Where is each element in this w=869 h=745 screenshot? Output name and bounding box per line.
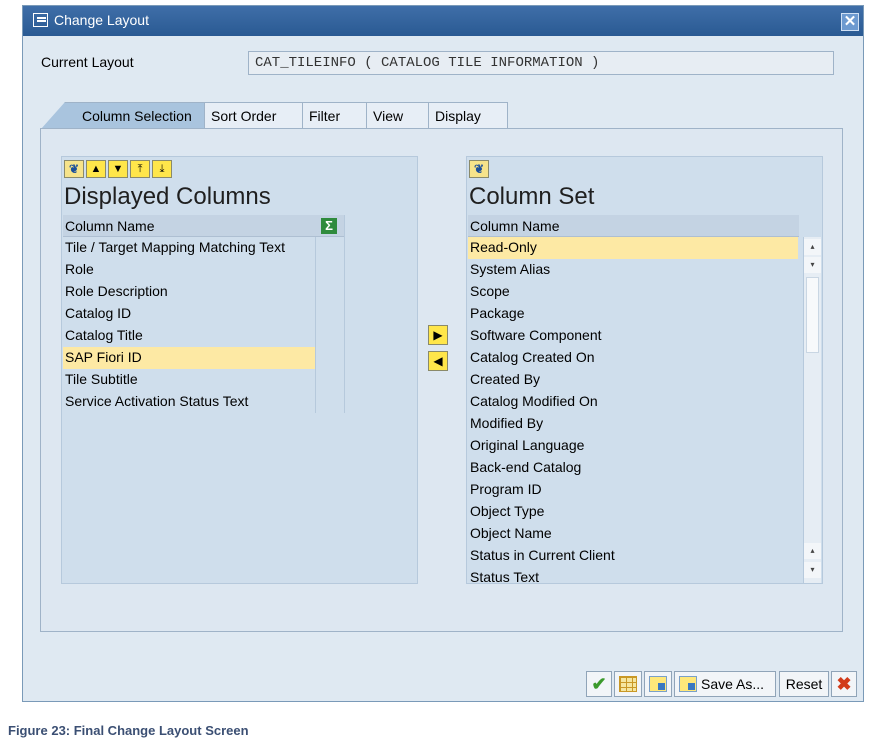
move-bottom-button[interactable]: ⤓: [152, 160, 172, 178]
list-item[interactable]: Scope: [468, 281, 798, 303]
page: Change Layout ✕ Current Layout CAT_TILEI…: [0, 0, 869, 745]
list-item[interactable]: Role: [63, 259, 315, 281]
column-divider: [344, 215, 345, 413]
tab-view[interactable]: View: [366, 102, 429, 129]
list-item[interactable]: Status Text: [468, 567, 798, 589]
scroll-page-up-icon[interactable]: ▴: [804, 543, 821, 559]
list-item[interactable]: Catalog Created On: [468, 347, 798, 369]
scroll-page-down-icon[interactable]: ▾: [804, 562, 821, 578]
list-item[interactable]: Modified By: [468, 413, 798, 435]
dialog-title: Change Layout: [54, 12, 149, 28]
list-item[interactable]: Tile / Target Mapping Matching Text: [63, 237, 315, 259]
tab-filter[interactable]: Filter: [302, 102, 367, 129]
list-item[interactable]: Service Activation Status Text: [63, 391, 315, 413]
displayed-columns-pane: ❦ ▲ ▼ ⤒ ⤓ Displayed Columns Column Name …: [61, 156, 418, 584]
list-item[interactable]: Package: [468, 303, 798, 325]
list-item[interactable]: Tile Subtitle: [63, 369, 315, 391]
title-bar: Change Layout ✕: [23, 6, 863, 36]
current-layout-label: Current Layout: [41, 54, 134, 70]
list-item[interactable]: Catalog Modified On: [468, 391, 798, 413]
column-set-pane: ❦ Column Set Column Name Read-Only System…: [466, 156, 823, 585]
column-header: Column Name: [63, 215, 344, 237]
list-item[interactable]: System Alias: [468, 259, 798, 281]
change-layout-dialog: Change Layout ✕ Current Layout CAT_TILEI…: [22, 5, 864, 702]
column-set-toolbar: ❦: [469, 160, 489, 178]
list-item[interactable]: Program ID: [468, 479, 798, 501]
column-selection-panel: ❦ ▲ ▼ ⤒ ⤓ Displayed Columns Column Name …: [40, 128, 843, 632]
reset-button[interactable]: Reset: [779, 671, 829, 697]
scroll-thumb[interactable]: [806, 277, 819, 353]
column-divider: [315, 237, 316, 413]
save-icon: [649, 676, 667, 692]
save-layout-button[interactable]: [644, 671, 672, 697]
layout-grid-button[interactable]: [614, 671, 642, 697]
list-item[interactable]: Software Component: [468, 325, 798, 347]
list-item[interactable]: Original Language: [468, 435, 798, 457]
vertical-scrollbar[interactable]: ▴ ▾ ▴ ▾: [803, 237, 821, 583]
tab-column-selection[interactable]: Column Selection: [41, 102, 205, 129]
list-item[interactable]: Status in Current Client: [468, 545, 798, 567]
save-as-label: Save As...: [701, 676, 765, 692]
column-set-title: Column Set: [469, 183, 595, 210]
list-item[interactable]: Back-end Catalog: [468, 457, 798, 479]
move-down-button[interactable]: ▼: [108, 160, 128, 178]
cancel-button[interactable]: ✖: [831, 671, 857, 697]
list-item[interactable]: Object Name: [468, 523, 798, 545]
column-header: Column Name: [468, 215, 799, 237]
move-top-button[interactable]: ⤒: [130, 160, 150, 178]
check-icon: ✔: [591, 674, 607, 694]
dialog-footer: ✔ Save As... Reset ✖: [23, 661, 863, 701]
list-item[interactable]: Object Type: [468, 501, 798, 523]
list-item[interactable]: Catalog Title: [63, 325, 315, 347]
tab-sort-order[interactable]: Sort Order: [204, 102, 303, 129]
cancel-icon: ✖: [836, 674, 852, 694]
scroll-up-icon[interactable]: ▴: [804, 239, 821, 255]
binoculars-icon[interactable]: ❦: [469, 160, 489, 178]
dialog-icon: [33, 13, 48, 27]
list-item[interactable]: SAP Fiori ID: [63, 347, 315, 369]
list-item[interactable]: Catalog ID: [63, 303, 315, 325]
scroll-down-icon[interactable]: ▾: [804, 257, 821, 273]
current-layout-field: CAT_TILEINFO ( CATALOG TILE INFORMATION …: [248, 51, 834, 75]
save-as-button[interactable]: Save As...: [674, 671, 776, 697]
move-right-button[interactable]: ▶: [428, 325, 448, 345]
list-item[interactable]: Created By: [468, 369, 798, 391]
list-item[interactable]: Read-Only: [468, 237, 798, 259]
figure-caption: Figure 23: Final Change Layout Screen: [8, 723, 249, 738]
close-button[interactable]: ✕: [841, 13, 859, 31]
displayed-columns-title: Displayed Columns: [64, 183, 271, 210]
sigma-icon[interactable]: Σ: [321, 218, 337, 234]
confirm-button[interactable]: ✔: [586, 671, 612, 697]
grid-icon: [619, 676, 637, 692]
binoculars-icon[interactable]: ❦: [64, 160, 84, 178]
move-left-button[interactable]: ◀: [428, 351, 448, 371]
save-as-icon: [679, 676, 697, 692]
tab-display[interactable]: Display: [428, 102, 508, 129]
move-up-button[interactable]: ▲: [86, 160, 106, 178]
list-item[interactable]: Role Description: [63, 281, 315, 303]
displayed-columns-toolbar: ❦ ▲ ▼ ⤒ ⤓: [64, 160, 172, 178]
